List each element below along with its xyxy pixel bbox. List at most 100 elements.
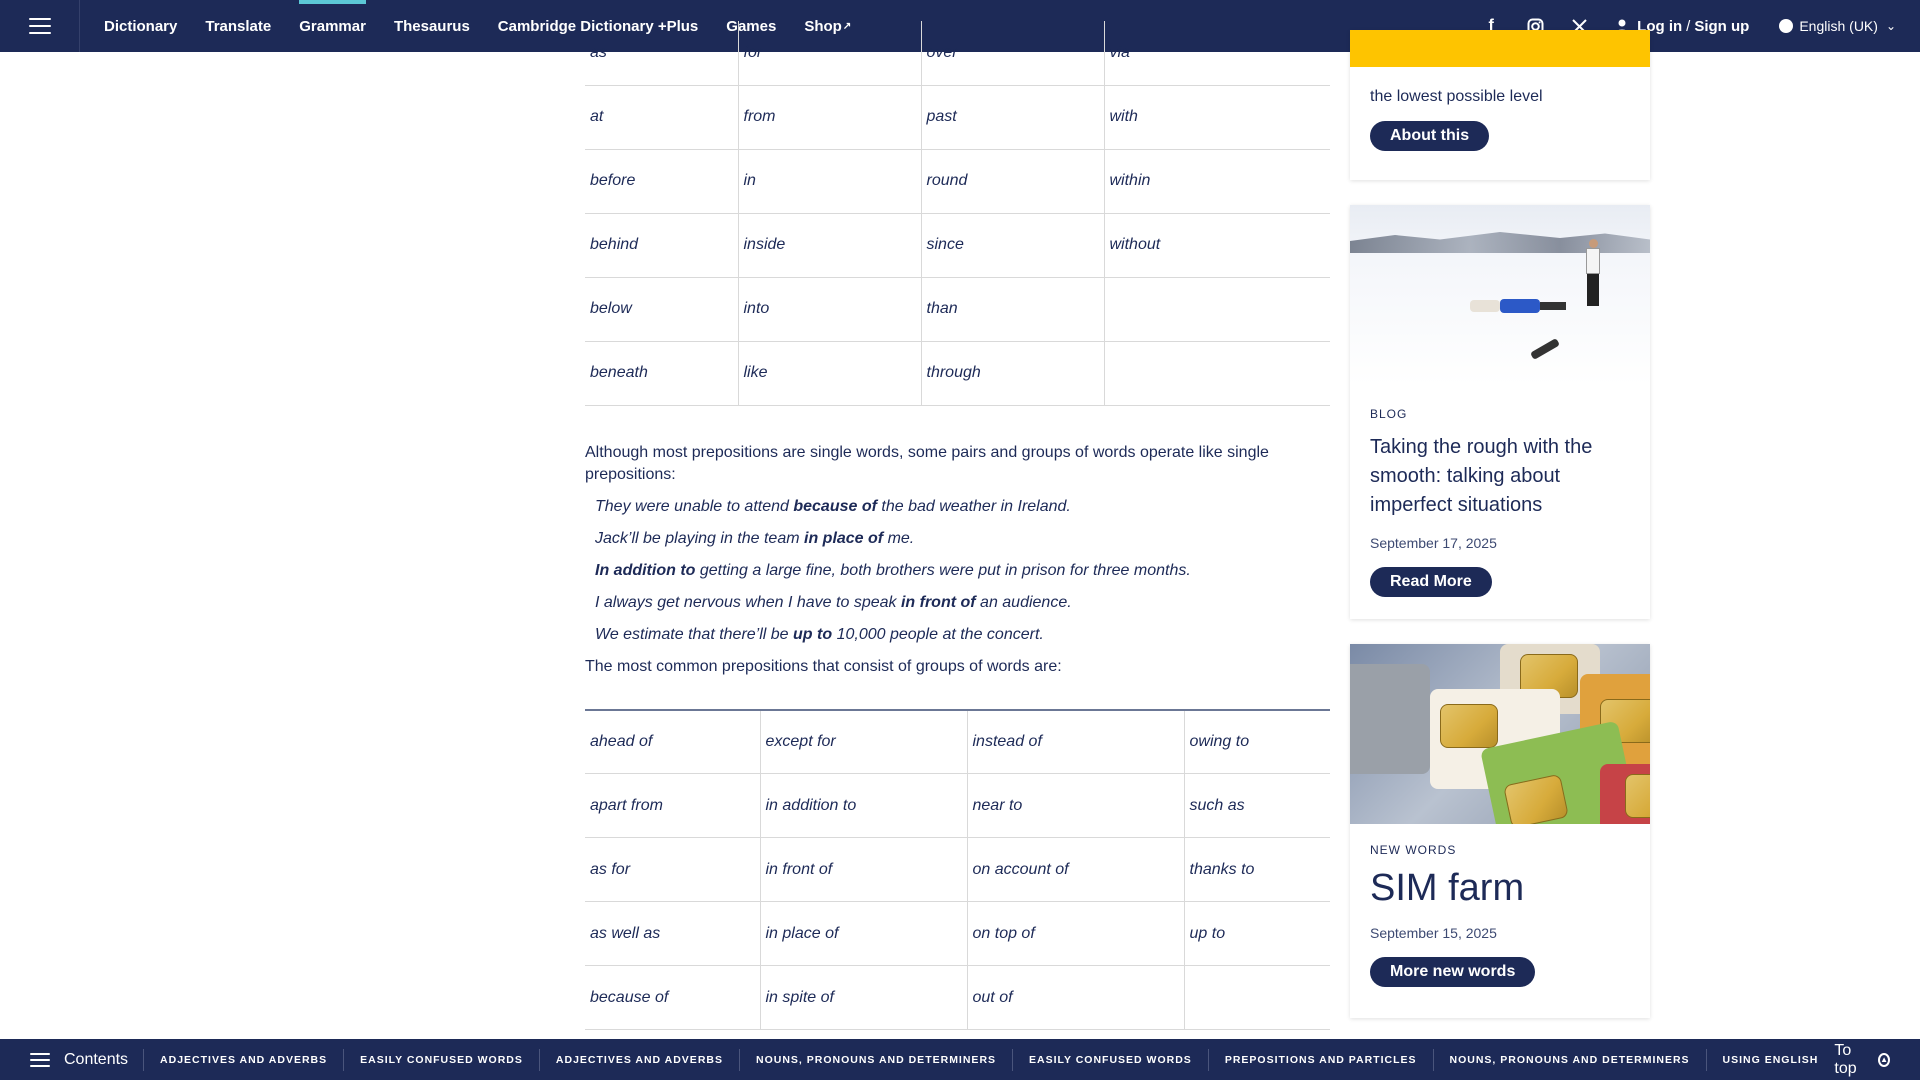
example-sentence: We estimate that there’ll be up to 10,00… <box>595 624 1330 646</box>
hamburger-icon <box>28 18 51 34</box>
list-icon <box>30 1052 50 1067</box>
blog-title[interactable]: Taking the rough with the smooth: talkin… <box>1370 433 1630 520</box>
table-cell: up to <box>1184 901 1330 966</box>
table-cell: like <box>738 341 922 406</box>
example-text: Jack’ll be playing in the team <box>595 529 804 547</box>
table-cell: instead of <box>967 709 1185 774</box>
chevron-down-icon: ⌄ <box>1885 19 1896 33</box>
read-more-button[interactable]: Read More <box>1370 567 1492 597</box>
example-preposition: in front of <box>900 593 976 611</box>
topic-tag[interactable]: EASILY CONFUSED WORDS <box>1012 1048 1208 1071</box>
topic-tag[interactable]: ADJECTIVES AND ADVERBS <box>143 1048 343 1071</box>
table-cell <box>1184 965 1330 1030</box>
new-words-card: NEW WORDS SIM farm September 15, 2025 Mo… <box>1350 644 1650 1018</box>
example-text: 10,000 people at the concert. <box>832 625 1044 643</box>
signup-link[interactable]: Sign up <box>1694 18 1749 35</box>
example-text: me. <box>883 529 915 547</box>
table-cell: out of <box>967 965 1185 1030</box>
table-cell <box>1104 277 1330 342</box>
table-cell: into <box>738 277 922 342</box>
article-content: as for over via at from past with before in round w… <box>585 21 1330 1030</box>
example-preposition: In addition to <box>595 561 696 579</box>
groups-intro-paragraph: Although most prepositions are single wo… <box>585 443 1269 483</box>
topic-tags: ADJECTIVES AND ADVERBS EASILY CONFUSED WO… <box>143 1039 1834 1080</box>
table-cell: on account of <box>967 837 1185 902</box>
table-cell: below <box>585 277 739 342</box>
example-sentence: I always get nervous when I have to spea… <box>595 592 1330 614</box>
nav-grammar[interactable]: Grammar <box>285 0 380 52</box>
table-cell: with <box>1104 85 1330 150</box>
table-cell: from <box>738 85 922 150</box>
groups-list-intro: The most common prepositions that consis… <box>585 657 1062 675</box>
table-cell: inside <box>738 213 922 278</box>
topic-tag[interactable]: EASILY CONFUSED WORDS <box>343 1048 539 1071</box>
new-words-image[interactable] <box>1350 644 1650 824</box>
globe-icon <box>1779 19 1794 33</box>
table-cell: at <box>585 85 739 150</box>
blog-kicker: BLOG <box>1370 407 1408 421</box>
language-selector[interactable]: English (UK) ⌄ <box>1779 18 1896 34</box>
examples-list: They were unable to attend because of th… <box>595 496 1330 646</box>
contents-button[interactable]: Contents <box>0 1039 128 1080</box>
table-cell: such as <box>1184 773 1330 838</box>
table-cell <box>1104 341 1330 406</box>
about-this-button[interactable]: About this <box>1370 121 1490 151</box>
table-row: behind inside since without <box>585 213 1330 278</box>
table-cell: except for <box>760 709 968 774</box>
table-row: because of in spite of out of <box>585 965 1330 1030</box>
word-of-day-card: the lowest possible level About this <box>1350 30 1650 180</box>
table-cell: than <box>921 277 1105 342</box>
example-text: the bad weather in Ireland. <box>876 497 1071 515</box>
topic-tag[interactable]: NOUNS, PRONOUNS AND DETERMINERS <box>1432 1048 1706 1071</box>
example-text: They were unable to attend <box>595 497 794 515</box>
table-cell: ahead of <box>585 709 761 774</box>
example-text: getting a large fine, both brothers were… <box>695 561 1191 579</box>
menu-button[interactable] <box>0 0 80 52</box>
login-separator: / <box>1686 17 1691 35</box>
table-row: at from past with <box>585 85 1330 150</box>
table-cell: past <box>921 85 1105 150</box>
table-cell: thanks to <box>1184 837 1330 902</box>
more-new-words-button[interactable]: More new words <box>1370 957 1536 987</box>
table-row: as well as in place of on top of up to <box>585 901 1330 966</box>
table-cell: round <box>921 149 1105 214</box>
table-row: as for in front of on account of thanks to <box>585 837 1330 902</box>
table-cell: before <box>585 149 739 214</box>
nav-dictionary[interactable]: Dictionary <box>90 0 191 52</box>
topic-tag[interactable]: NOUNS, PRONOUNS AND DETERMINERS <box>738 1048 1012 1071</box>
table-cell: apart from <box>585 773 761 838</box>
example-preposition: up to <box>793 625 833 643</box>
table-cell: because of <box>585 965 761 1030</box>
new-word-title[interactable]: SIM farm <box>1370 867 1630 910</box>
table-cell: since <box>921 213 1105 278</box>
table-cell: owing to <box>1184 709 1330 774</box>
nav-thesaurus[interactable]: Thesaurus <box>380 0 484 52</box>
example-sentence: Jack’ll be playing in the team in place … <box>595 528 1330 550</box>
table-cell: through <box>921 341 1105 406</box>
table-cell: in <box>738 149 922 214</box>
table-cell: behind <box>585 213 739 278</box>
to-top-button[interactable]: To top ▲ <box>1834 1042 1890 1078</box>
table-row: as for over via <box>585 21 1330 86</box>
card-yellow-banner <box>1350 30 1650 67</box>
table-cell: beneath <box>585 341 739 406</box>
table-row: apart from in addition to near to such as <box>585 773 1330 838</box>
nav-translate[interactable]: Translate <box>191 0 285 52</box>
topic-tag[interactable]: USING ENGLISH <box>1705 1048 1835 1071</box>
topic-tag[interactable]: ADJECTIVES AND ADVERBS <box>538 1048 739 1071</box>
blog-date: September 17, 2025 <box>1370 535 1497 551</box>
table-row: before in round within <box>585 149 1330 214</box>
table-row: ahead of except for instead of owing to <box>585 709 1330 774</box>
table-cell: within <box>1104 149 1330 214</box>
table-cell: over <box>921 21 1105 86</box>
table-cell: in spite of <box>760 965 968 1030</box>
table-cell: as for <box>585 837 761 902</box>
table-cell: without <box>1104 213 1330 278</box>
table-cell: on top of <box>967 901 1185 966</box>
topic-tag[interactable]: PREPOSITIONS AND PARTICLES <box>1207 1048 1433 1071</box>
table-cell: in addition to <box>760 773 968 838</box>
arrow-up-icon: ▲ <box>1878 1052 1890 1067</box>
table-cell: in place of <box>760 901 968 966</box>
blog-image[interactable] <box>1350 205 1650 385</box>
language-label: English (UK) <box>1799 18 1878 34</box>
